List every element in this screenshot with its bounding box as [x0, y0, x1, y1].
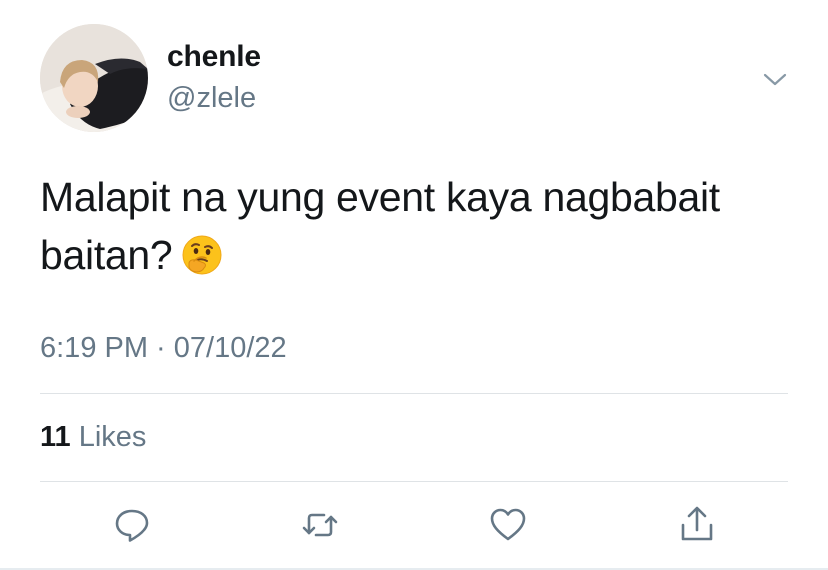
- share-icon: [681, 506, 713, 541]
- reply-icon: [115, 509, 149, 542]
- retweet-icon: [302, 513, 338, 537]
- likes-count: 11: [40, 421, 71, 453]
- like-button[interactable]: [488, 505, 528, 545]
- share-button[interactable]: [677, 505, 717, 545]
- divider: [40, 393, 788, 394]
- avatar[interactable]: [40, 24, 148, 132]
- user-handle[interactable]: @zlele: [167, 82, 256, 115]
- thinking-face-icon: [180, 233, 224, 277]
- divider: [40, 481, 788, 482]
- reply-button[interactable]: [112, 505, 152, 545]
- display-name[interactable]: chenle: [167, 40, 261, 74]
- chevron-down-icon[interactable]: [760, 64, 790, 94]
- tweet-text-line-2: baitan?: [40, 226, 800, 284]
- likes-label: Likes: [78, 421, 147, 453]
- profile-photo: [40, 24, 148, 132]
- tweet-text-line-2-label: baitan?: [40, 232, 173, 278]
- like-icon: [490, 508, 526, 541]
- tweet-text-line-1: Malapit na yung event kaya nagbabait: [40, 174, 720, 220]
- retweet-button[interactable]: [300, 505, 340, 545]
- tweet-timestamp[interactable]: 6:19 PM · 07/10/22: [40, 332, 287, 365]
- likes-stat[interactable]: 11 Likes: [40, 421, 146, 454]
- tweet-text: Malapit na yung event kaya nagbabait bai…: [40, 168, 800, 284]
